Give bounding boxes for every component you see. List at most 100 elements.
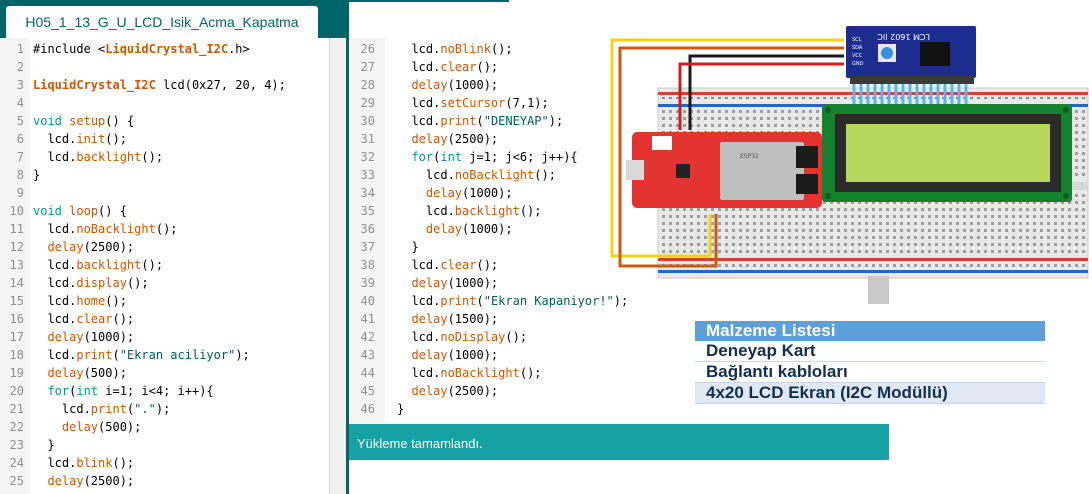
code-text[interactable]: lcd.print("Ekran aciliyor");	[33, 346, 249, 364]
line-number: 41	[360, 312, 375, 326]
code-text[interactable]: for(int i=1; i<4; i++){	[33, 382, 213, 400]
code-text[interactable]: lcd.print("Ekran Kapaniyor!");	[397, 292, 628, 310]
editor-pane-left[interactable]: H05_1_13_G_U_LCD_Isik_Acma_Kapatma 1 #inc…	[0, 0, 347, 494]
code-text[interactable]: lcd.print("DENEYAP");	[397, 112, 563, 130]
code-text[interactable]: lcd.noBacklight();	[397, 166, 556, 184]
code-area-left[interactable]: 1 #include <LiquidCrystal_I2C.h> 2 3 LiquidC…	[0, 40, 329, 490]
code-text[interactable]: lcd.display();	[33, 274, 148, 292]
microcontroller-board-icon: ESP32	[626, 132, 822, 208]
console-status-text: Yükleme tamamlandı.	[357, 436, 483, 451]
code-line[interactable]: 18 lcd.print("Ekran aciliyor");	[0, 346, 329, 364]
code-text[interactable]: delay(2500);	[33, 238, 134, 256]
line-number: 36	[360, 222, 375, 236]
code-line[interactable]: 11 lcd.noBacklight();	[0, 220, 329, 238]
code-text[interactable]: lcd.init();	[33, 130, 127, 148]
code-text[interactable]: lcd.backlight();	[33, 256, 163, 274]
code-text[interactable]: lcd.noBacklight();	[397, 364, 541, 382]
code-text[interactable]: delay(1000);	[397, 220, 513, 238]
code-line[interactable]: 4	[0, 94, 329, 112]
line-number: 24	[9, 456, 24, 470]
code-text[interactable]: lcd.clear();	[397, 58, 498, 76]
line-number: 34	[360, 186, 375, 200]
code-text[interactable]: lcd.backlight();	[397, 202, 542, 220]
code-text[interactable]: lcd.clear();	[397, 256, 498, 274]
code-text[interactable]: }	[397, 400, 404, 418]
line-number: 27	[360, 60, 375, 74]
code-line[interactable]: 15 lcd.home();	[0, 292, 329, 310]
code-text[interactable]: delay(2500);	[397, 382, 498, 400]
line-number: 29	[360, 96, 375, 110]
code-text[interactable]: delay(500);	[33, 418, 141, 436]
code-line[interactable]: 16 lcd.clear();	[0, 310, 329, 328]
code-text[interactable]: delay(1000);	[397, 346, 498, 364]
code-line[interactable]: 24 lcd.blink();	[0, 454, 329, 472]
code-text[interactable]: }	[33, 436, 54, 454]
code-line[interactable]: 8}	[0, 166, 329, 184]
line-number: 17	[9, 330, 24, 344]
code-text[interactable]: lcd.backlight();	[33, 148, 163, 166]
line-number: 5	[16, 114, 24, 128]
code-line[interactable]: 2	[0, 58, 329, 76]
code-line[interactable]: 12 delay(2500);	[0, 238, 329, 256]
code-text[interactable]: delay(1000);	[397, 274, 498, 292]
code-text[interactable]: delay(2500);	[397, 130, 498, 148]
code-text[interactable]: }	[33, 166, 40, 184]
code-line[interactable]: 40 lcd.print("Ekran Kapaniyor!");	[349, 292, 889, 310]
code-text[interactable]: delay(1500);	[397, 310, 498, 328]
code-line[interactable]: 22 delay(500);	[0, 418, 329, 436]
code-text[interactable]: lcd.setCursor(7,1);	[397, 94, 548, 112]
line-number: 11	[9, 222, 24, 236]
code-line[interactable]: 9	[0, 184, 329, 202]
code-text[interactable]: lcd.noBacklight();	[33, 220, 177, 238]
code-line[interactable]: 7 lcd.backlight();	[0, 148, 329, 166]
code-line[interactable]: 14 lcd.display();	[0, 274, 329, 292]
line-number: 14	[9, 276, 24, 290]
code-line[interactable]: 6 lcd.init();	[0, 130, 329, 148]
code-text[interactable]: delay(1000);	[397, 184, 513, 202]
code-text[interactable]: delay(2500);	[33, 472, 134, 490]
line-number: 37	[360, 240, 375, 254]
code-line[interactable]: 17 delay(1000);	[0, 328, 329, 346]
line-number: 6	[16, 132, 24, 146]
line-number: 2	[16, 60, 24, 74]
code-text[interactable]: lcd.noDisplay();	[397, 328, 527, 346]
code-text[interactable]: lcd.print(".");	[33, 400, 170, 418]
pin-label-gnd: GND	[852, 61, 864, 67]
code-text[interactable]: delay(1000);	[33, 328, 134, 346]
code-text[interactable]: delay(500);	[33, 364, 126, 382]
code-text[interactable]: for(int j=1; j<6; j++){	[397, 148, 577, 166]
code-line[interactable]: 10 void loop() {	[0, 202, 329, 220]
code-line[interactable]: 21 lcd.print(".");	[0, 400, 329, 418]
code-line[interactable]: 13 lcd.backlight();	[0, 256, 329, 274]
code-line[interactable]: 23 }	[0, 436, 329, 454]
line-number: 38	[360, 258, 375, 272]
code-line[interactable]: 20 for(int i=1; i<4; i++){	[0, 382, 329, 400]
line-number: 35	[360, 204, 375, 218]
console-output	[349, 460, 889, 494]
pin-label-scl: SCL	[852, 37, 862, 43]
code-text[interactable]: void setup() {	[33, 112, 134, 130]
code-line[interactable]: 5 void setup() {	[0, 112, 329, 130]
line-number: 4	[16, 96, 24, 110]
code-line[interactable]: 1 #include <LiquidCrystal_I2C.h>	[0, 40, 329, 58]
code-line[interactable]: 3 LiquidCrystal_I2C lcd(0x27, 20, 4);	[0, 76, 329, 94]
sketch-tab[interactable]: H05_1_13_G_U_LCD_Isik_Acma_Kapatma	[6, 6, 318, 38]
code-line[interactable]: 19 delay(500);	[0, 364, 329, 382]
code-text[interactable]: lcd.blink();	[33, 454, 134, 472]
line-number: 42	[360, 330, 375, 344]
code-line[interactable]: 25 delay(2500);	[0, 472, 329, 490]
code-text[interactable]: delay(1000);	[397, 76, 498, 94]
line-number: 43	[360, 348, 375, 362]
code-text[interactable]: lcd.home();	[33, 292, 127, 310]
code-text[interactable]: }	[397, 238, 418, 256]
code-text[interactable]: lcd.noBlink();	[397, 40, 512, 58]
code-text[interactable]: lcd.clear();	[33, 310, 134, 328]
line-number: 23	[9, 438, 24, 452]
scroll-handle[interactable]	[868, 276, 889, 304]
code-text[interactable]: void loop() {	[33, 202, 127, 220]
materials-item: Bağlantı kabloları	[695, 362, 1045, 383]
code-text[interactable]: #include <LiquidCrystal_I2C.h>	[33, 40, 250, 58]
scrollbar-left[interactable]	[329, 38, 347, 494]
tab-bar: H05_1_13_G_U_LCD_Isik_Acma_Kapatma	[0, 0, 346, 38]
code-text[interactable]: LiquidCrystal_I2C lcd(0x27, 20, 4);	[33, 76, 286, 94]
